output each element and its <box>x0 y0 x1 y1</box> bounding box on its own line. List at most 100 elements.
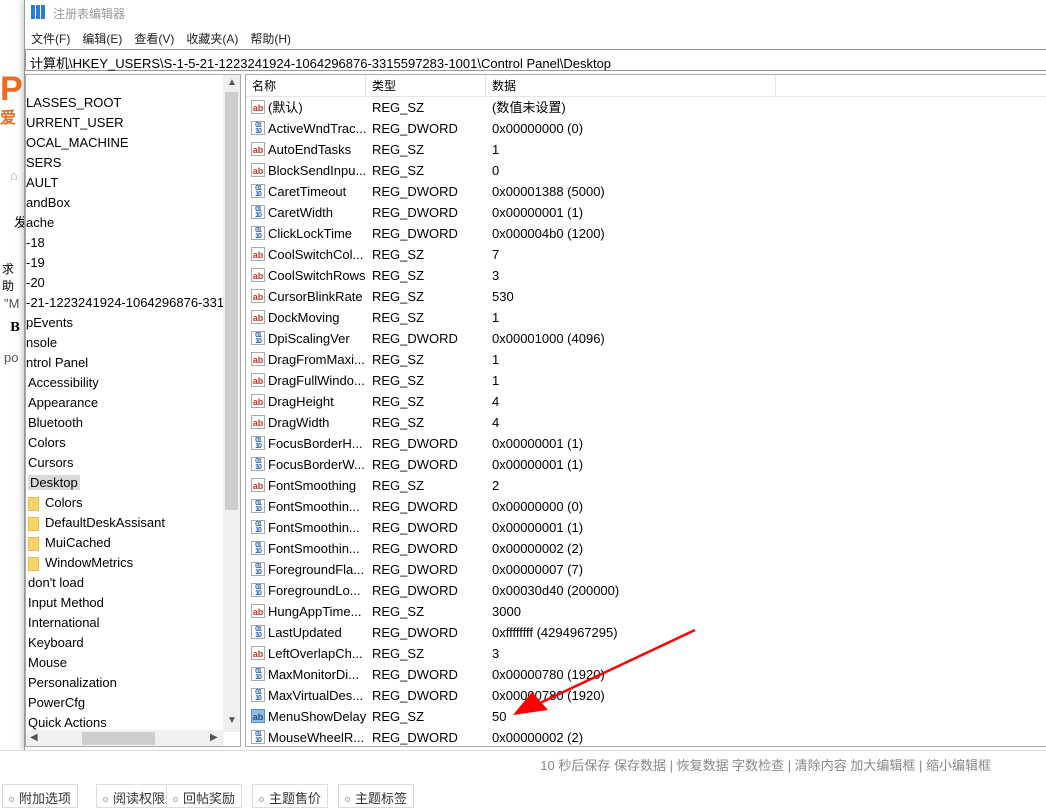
tree-item[interactable]: -21-1223241924-1064296876-331 <box>26 293 224 313</box>
value-row[interactable]: ab HungAppTime... REG_SZ 3000 <box>246 601 1046 622</box>
value-row[interactable]: 01 10 LastUpdated REG_DWORD 0xffffffff (4294… <box>246 622 1046 643</box>
value-row[interactable]: 01 10 ForegroundLo... REG_DWORD 0x00030d40 (… <box>246 580 1046 601</box>
string-value-icon: ab <box>251 100 265 114</box>
scroll-thumb[interactable] <box>82 732 155 745</box>
tree-item[interactable]: Colors <box>28 493 83 513</box>
post-tab[interactable]: 发 <box>14 212 24 231</box>
editor-option-button[interactable]: 附加选项 <box>2 784 79 808</box>
tree-item[interactable]: Input Method <box>28 593 104 613</box>
title-bar[interactable]: 注册表编辑器 <box>25 0 1046 25</box>
editor-option-button[interactable]: 主题售价 <box>252 784 329 808</box>
scroll-right-icon[interactable]: ▶ <box>210 732 218 743</box>
tree-item[interactable]: OCAL_MACHINE <box>26 133 129 153</box>
tree-item[interactable]: Accessibility <box>28 373 99 393</box>
tree-item[interactable]: ntrol Panel <box>26 353 88 373</box>
tree-item[interactable]: ache <box>26 213 54 233</box>
value-row[interactable]: ab DragFullWindo... REG_SZ 1 <box>246 370 1046 391</box>
tree-item[interactable]: -19 <box>26 253 45 273</box>
binary-value-icon: 01 10 <box>251 226 265 240</box>
value-row[interactable]: ab BlockSendInpu... REG_SZ 0 <box>246 160 1046 181</box>
binary-value-icon: 01 10 <box>251 331 265 345</box>
value-type: REG_DWORD <box>372 583 458 598</box>
menu-view[interactable]: 查看(V) <box>128 26 180 51</box>
value-row[interactable]: 01 10 MouseWheelR... REG_DWORD 0x00000002 (2… <box>246 727 1046 746</box>
value-row[interactable]: 01 10 DpiScalingVer REG_DWORD 0x00001000 (40… <box>246 328 1046 349</box>
address-bar[interactable]: 计算机\HKEY_USERS\S-1-5-21-1223241924-10642… <box>25 49 1046 71</box>
scroll-left-icon[interactable]: ◀ <box>30 732 38 743</box>
binary-value-icon: 01 10 <box>251 667 265 681</box>
menu-bar: 文件(F) 编辑(E) 查看(V) 收藏夹(A) 帮助(H) <box>25 26 1046 48</box>
tree-item[interactable]: andBox <box>26 193 70 213</box>
tree-item[interactable]: -18 <box>26 233 45 253</box>
value-row[interactable]: 01 10 FocusBorderH... REG_DWORD 0x00000001 (… <box>246 433 1046 454</box>
tree-item[interactable]: DefaultDeskAssisant <box>28 513 165 533</box>
tree-item[interactable]: Keyboard <box>28 633 84 653</box>
value-row[interactable]: 01 10 ForegroundFla... REG_DWORD 0x00000007 … <box>246 559 1046 580</box>
home-icon[interactable]: ⌂ <box>10 168 18 183</box>
value-row[interactable]: ab (默认) REG_SZ (数值未设置) <box>246 97 1046 118</box>
menu-edit[interactable]: 编辑(E) <box>76 26 128 51</box>
tree-item[interactable]: Bluetooth <box>28 413 83 433</box>
value-row[interactable]: 01 10 MaxVirtualDes... REG_DWORD 0x00000780 … <box>246 685 1046 706</box>
menu-favorites[interactable]: 收藏夹(A) <box>180 26 244 51</box>
value-row[interactable]: ab CoolSwitchRows REG_SZ 3 <box>246 265 1046 286</box>
value-row[interactable]: 01 10 FontSmoothin... REG_DWORD 0x00000001 (… <box>246 517 1046 538</box>
value-row[interactable]: ab FontSmoothing REG_SZ 2 <box>246 475 1046 496</box>
value-row[interactable]: 01 10 CaretWidth REG_DWORD 0x00000001 (1) <box>246 202 1046 223</box>
string-value-icon: ab <box>251 247 265 261</box>
scroll-thumb[interactable] <box>225 92 238 510</box>
value-row[interactable]: 01 10 FontSmoothin... REG_DWORD 0x00000002 (… <box>246 538 1046 559</box>
value-row[interactable]: 01 10 FontSmoothin... REG_DWORD 0x00000000 (… <box>246 496 1046 517</box>
value-row[interactable]: ab LeftOverlapCh... REG_SZ 3 <box>246 643 1046 664</box>
tree-item[interactable]: AULT <box>26 173 58 193</box>
tree-item[interactable]: nsole <box>26 333 57 353</box>
tree-item[interactable]: -20 <box>26 273 45 293</box>
tree-item[interactable]: Mouse <box>28 653 67 673</box>
editor-option-button[interactable]: 阅读权限 <box>96 784 173 808</box>
tree-item[interactable]: LASSES_ROOT <box>26 93 121 113</box>
value-row[interactable]: ab CursorBlinkRate REG_SZ 530 <box>246 286 1046 307</box>
value-row[interactable]: 01 10 FocusBorderW... REG_DWORD 0x00000001 (… <box>246 454 1046 475</box>
tree-item[interactable]: Appearance <box>28 393 98 413</box>
tree-item[interactable]: Desktop <box>28 473 80 493</box>
column-type[interactable]: 类型 <box>366 75 486 97</box>
tree-item[interactable]: don't load <box>28 573 84 593</box>
value-row[interactable]: ab CoolSwitchCol... REG_SZ 7 <box>246 244 1046 265</box>
value-row[interactable]: 01 10 ActiveWndTrac... REG_DWORD 0x00000000 … <box>246 118 1046 139</box>
value-row[interactable]: 01 10 MaxMonitorDi... REG_DWORD 0x00000780 (… <box>246 664 1046 685</box>
tree-horizontal-scrollbar[interactable]: ◀ ▶ <box>26 730 223 746</box>
column-name[interactable]: 名称 <box>246 75 366 97</box>
scroll-up-icon[interactable]: ▲ <box>227 77 237 88</box>
value-row[interactable]: 01 10 ClickLockTime REG_DWORD 0x000004b0 (12… <box>246 223 1046 244</box>
tree-item[interactable]: PowerCfg <box>28 693 85 713</box>
value-row[interactable]: ab DragFromMaxi... REG_SZ 1 <box>246 349 1046 370</box>
menu-file[interactable]: 文件(F) <box>25 26 76 51</box>
tree-item[interactable]: International <box>28 613 100 633</box>
tree-item[interactable]: MuiCached <box>28 533 111 553</box>
tree-item[interactable]: SERS <box>26 153 61 173</box>
column-data[interactable]: 数据 <box>486 75 776 97</box>
string-value-icon: ab <box>251 394 265 408</box>
editor-option-button[interactable]: 主题标签 <box>338 784 415 808</box>
tree-item[interactable]: WindowMetrics <box>28 553 133 573</box>
tree-vertical-scrollbar[interactable]: ▲ ▼ <box>223 75 240 732</box>
bold-button[interactable]: B <box>10 320 20 334</box>
tree-item[interactable]: Personalization <box>28 673 117 693</box>
tree-item[interactable]: Colors <box>28 433 66 453</box>
tree-item[interactable]: Cursors <box>28 453 74 473</box>
bullet-icon <box>9 797 14 803</box>
menu-help[interactable]: 帮助(H) <box>244 26 297 51</box>
tree-item[interactable]: pEvents <box>26 313 73 333</box>
value-row[interactable]: 01 10 CaretTimeout REG_DWORD 0x00001388 (500… <box>246 181 1046 202</box>
value-type: REG_SZ <box>372 310 425 325</box>
scroll-down-icon[interactable]: ▼ <box>227 715 237 726</box>
value-row[interactable]: ab DragHeight REG_SZ 4 <box>246 391 1046 412</box>
tree-item[interactable]: URRENT_USER <box>26 113 124 133</box>
value-type: REG_SZ <box>372 289 425 304</box>
value-name: FontSmoothin... <box>268 520 360 535</box>
value-row[interactable]: ab DragWidth REG_SZ 4 <box>246 412 1046 433</box>
value-row[interactable]: ab AutoEndTasks REG_SZ 1 <box>246 139 1046 160</box>
value-row[interactable]: ab DockMoving REG_SZ 1 <box>246 307 1046 328</box>
editor-option-button[interactable]: 回帖奖励 <box>166 784 243 808</box>
value-row[interactable]: ab MenuShowDelay REG_SZ 50 <box>246 706 1046 727</box>
